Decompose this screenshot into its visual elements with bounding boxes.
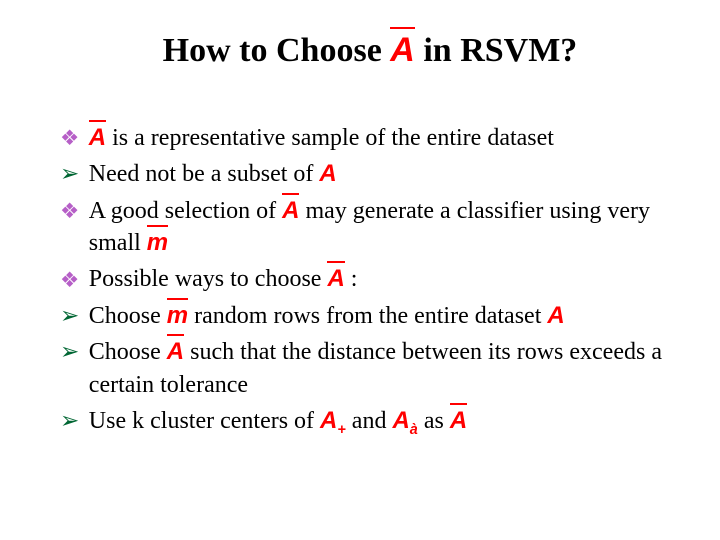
slide: How to Choose A in RSVM? A is a represen… (0, 0, 720, 540)
bullet-3c-text-3: as (418, 408, 450, 434)
bullet-1a: Need not be a subset of A (60, 158, 680, 190)
bullet-3c: Use k cluster centers of A+ and Aà as A (60, 405, 680, 440)
m-bar-symbol: m (167, 300, 188, 332)
bullet-3-colon: : (345, 266, 358, 292)
a-a-symbol: A (392, 407, 409, 434)
bullet-1: A is a representative sample of the enti… (60, 122, 680, 154)
a-symbol: A (547, 302, 564, 329)
bullet-2: A good selection of A may generate a cla… (60, 195, 680, 260)
bullet-3a-text-1: Choose (89, 303, 167, 329)
bullet-3c-text-1: Use k cluster centers of (89, 408, 320, 434)
a-bar-symbol: A (89, 122, 106, 154)
bullet-1-text: is a representative sample of the entire… (106, 125, 554, 151)
subscript-a: à (410, 422, 418, 438)
a-bar-symbol: A (390, 30, 415, 71)
a-bar-symbol: A (450, 405, 467, 437)
a-symbol: A (319, 160, 336, 187)
bullet-2-text-1: A good selection of (89, 198, 282, 224)
bullet-1a-text: Need not be a subset of (89, 161, 320, 187)
bullet-3b: Choose A such that the distance between … (60, 336, 680, 401)
a-bar-symbol: A (167, 336, 184, 368)
m-bar-symbol: m (147, 227, 168, 259)
bullet-3b-text-1: Choose (89, 339, 167, 365)
a-bar-symbol: A (327, 263, 344, 295)
slide-body: A is a representative sample of the enti… (60, 122, 680, 440)
title-text-1: How to Choose (163, 32, 391, 69)
bullet-3-text: Possible ways to choose (89, 266, 328, 292)
title-text-2: in RSVM? (415, 32, 577, 69)
bullet-3: Possible ways to choose A : (60, 263, 680, 295)
slide-title: How to Choose A in RSVM? (100, 30, 640, 72)
a-bar-symbol: A (282, 195, 299, 227)
bullet-3c-text-2: and (346, 408, 393, 434)
bullet-3a-text-2: random rows from the entire dataset (188, 303, 547, 329)
a-plus-symbol: A (320, 407, 337, 434)
bullet-3a: Choose m random rows from the entire dat… (60, 300, 680, 332)
subscript-plus: + (337, 422, 345, 438)
